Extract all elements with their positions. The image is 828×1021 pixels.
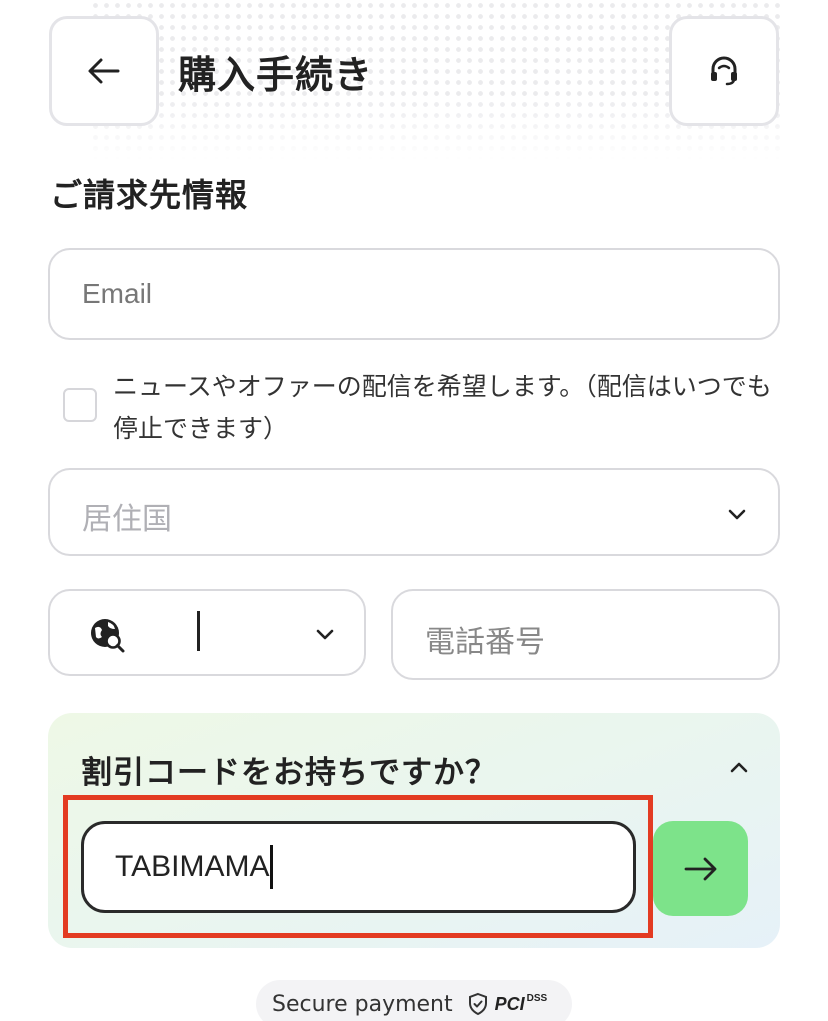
pci-sub-label: DSS xyxy=(526,992,548,1004)
support-button[interactable] xyxy=(669,16,779,126)
text-cursor xyxy=(270,845,274,889)
discount-code-value: TABIMAMA xyxy=(115,850,270,883)
page-title: 購入手続き xyxy=(178,53,374,97)
arrow-right-icon xyxy=(684,857,716,880)
discount-code-input[interactable]: TABIMAMA xyxy=(81,821,636,913)
apply-discount-button[interactable] xyxy=(653,821,748,916)
secure-payment-label: Secure payment xyxy=(272,991,453,1017)
phone-number-field[interactable]: 電話番号 xyxy=(391,589,780,680)
newsletter-checkbox[interactable] xyxy=(63,388,97,422)
country-select[interactable]: 居住国 xyxy=(48,468,780,556)
phone-placeholder: 電話番号 xyxy=(425,625,545,660)
chevron-up-icon[interactable] xyxy=(728,757,750,779)
text-cursor xyxy=(197,611,200,651)
checkout-page: 購入手続き ご請求先情報 ニュースやオファーの配信を希望します。（配信はいつでも… xyxy=(0,0,828,1021)
billing-section-title: ご請求先情報 xyxy=(50,176,249,214)
back-button[interactable] xyxy=(49,16,159,126)
email-input[interactable] xyxy=(50,250,778,338)
globe-search-icon xyxy=(91,619,125,653)
country-placeholder: 居住国 xyxy=(82,502,172,537)
pci-label: PCI xyxy=(494,993,525,1014)
discount-title: 割引コードをお持ちですか？ xyxy=(81,755,497,791)
arrow-left-icon xyxy=(88,58,120,84)
email-field-container xyxy=(48,248,780,340)
secure-payment-badge: Secure payment PCI DSS xyxy=(256,980,572,1021)
phone-country-code-select[interactable] xyxy=(48,589,366,676)
pci-dss-logo: PCI DSS xyxy=(494,992,548,1015)
chevron-down-icon xyxy=(316,629,334,640)
shield-check-icon xyxy=(468,992,487,1016)
headset-icon xyxy=(711,56,737,86)
newsletter-label: ニュースやオファーの配信を希望します。（配信はいつでも停止できます） xyxy=(113,372,772,443)
chevron-down-icon xyxy=(728,509,746,520)
